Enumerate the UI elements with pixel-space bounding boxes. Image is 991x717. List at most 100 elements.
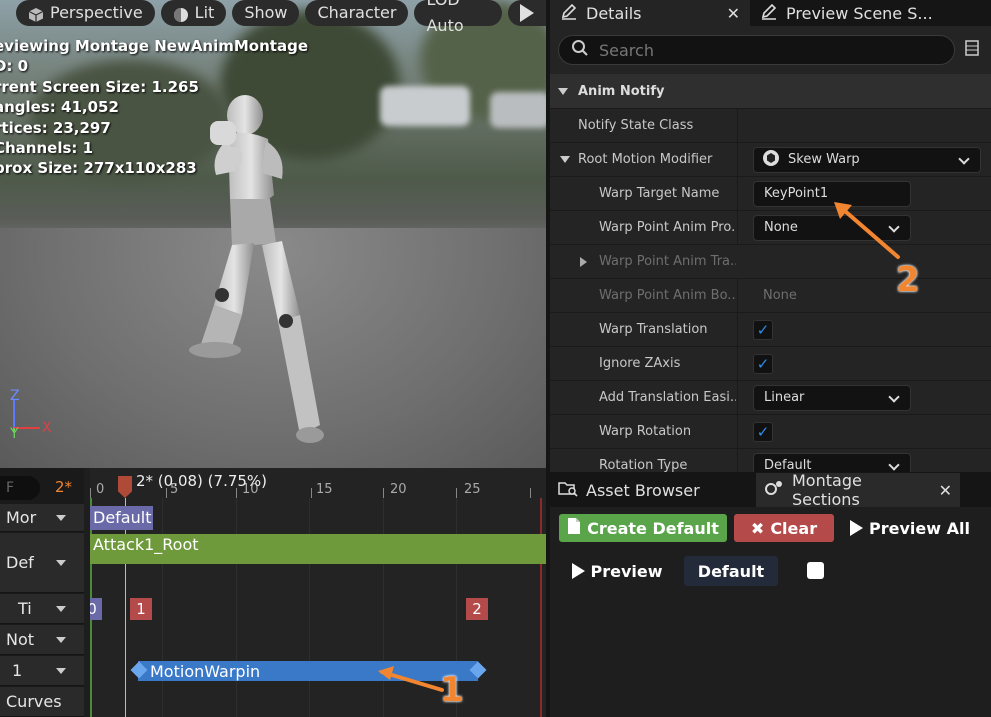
track-label: Def bbox=[6, 553, 34, 572]
perspective-button[interactable]: Perspective bbox=[16, 0, 155, 26]
prop-value: None bbox=[737, 279, 991, 312]
tab-label: Details bbox=[586, 3, 642, 23]
playhead-handle[interactable] bbox=[118, 476, 132, 498]
translation-easing-select[interactable]: Linear bbox=[753, 384, 911, 411]
prop-value: None bbox=[737, 211, 991, 244]
button-label: Clear bbox=[770, 518, 818, 538]
viewport-toolbar: Perspective Lit Show Character LOD Auto bbox=[0, 0, 546, 35]
background-car bbox=[380, 86, 470, 126]
close-icon[interactable]: ✕ bbox=[939, 481, 952, 500]
tab-label: Montage Sections bbox=[792, 471, 862, 509]
expand-arrow-icon[interactable] bbox=[580, 256, 587, 267]
timeline-track-area[interactable]: 0 5 10 15 20 25 2* (0.08) (7.75%) Defaul… bbox=[90, 468, 546, 717]
tick bbox=[311, 488, 312, 498]
tab-asset-browser[interactable]: Asset Browser bbox=[550, 473, 756, 507]
prop-value: ✓ bbox=[737, 415, 991, 448]
montage-tabbar: Asset Browser Montage Sections ✕ bbox=[550, 471, 991, 509]
grid-line bbox=[383, 498, 384, 717]
preview-all-button[interactable]: Preview All bbox=[850, 514, 970, 542]
prop-name-wrap: Warp Point Anim Tra... bbox=[550, 245, 736, 278]
warp-translation-checkbox[interactable]: ✓ bbox=[753, 319, 773, 340]
slot-segment[interactable]: Attack1_Root bbox=[90, 534, 546, 564]
frame-input[interactable]: F bbox=[0, 476, 40, 500]
annotation-number-1: 1 bbox=[440, 670, 464, 710]
section-default[interactable]: Default bbox=[90, 506, 153, 530]
viewport-stats: eviewing Montage NewAnimMontage D: 0 rre… bbox=[0, 36, 308, 179]
montage-editor: { "viewport": { "toolbar": [ {"label": "… bbox=[0, 0, 991, 717]
tick bbox=[530, 488, 531, 498]
details-panel: Details ✕ Preview Scene S... Search Anim… bbox=[550, 0, 991, 472]
tab-label: Preview Scene S... bbox=[786, 3, 933, 23]
pencil-icon bbox=[560, 2, 578, 24]
track-default-slot[interactable]: Def bbox=[0, 533, 84, 593]
tick-label: 15 bbox=[316, 482, 333, 497]
ignore-zaxis-checkbox[interactable]: ✓ bbox=[753, 353, 773, 374]
track-timing[interactable]: Ti bbox=[0, 594, 84, 624]
settings-grid-icon[interactable] bbox=[965, 40, 983, 60]
montage-sections-panel: Asset Browser Montage Sections ✕ Create … bbox=[550, 471, 991, 717]
tick bbox=[456, 488, 457, 498]
warp-rotation-checkbox[interactable]: ✓ bbox=[753, 421, 773, 442]
show-button[interactable]: Show bbox=[232, 0, 300, 26]
dropdown-icon bbox=[56, 636, 66, 643]
clear-button[interactable]: ✖ Clear bbox=[734, 514, 834, 542]
category-anim-notify[interactable]: Anim Notify bbox=[550, 74, 991, 108]
track-montage[interactable]: Mor bbox=[0, 504, 84, 532]
skew-warp-icon bbox=[762, 149, 780, 171]
tick-label: 25 bbox=[464, 482, 481, 497]
play-button[interactable] bbox=[508, 0, 546, 26]
preview-button[interactable]: Preview bbox=[571, 557, 663, 585]
axis-z-label: Z bbox=[10, 388, 20, 404]
prop-name: Warp Rotation bbox=[599, 424, 692, 439]
tab-preview-scene[interactable]: Preview Scene S... bbox=[750, 0, 943, 26]
preview-viewport[interactable]: Perspective Lit Show Character LOD Auto … bbox=[0, 0, 546, 468]
timing-marker-1[interactable]: 1 bbox=[130, 598, 152, 620]
prop-ignore-zaxis: Ignore ZAxis ✓ bbox=[550, 346, 991, 380]
close-icon[interactable]: ✕ bbox=[727, 4, 740, 23]
timing-marker-0[interactable]: 0 bbox=[90, 598, 102, 620]
tab-montage-sections[interactable]: Montage Sections ✕ bbox=[756, 471, 960, 509]
dropdown-icon bbox=[56, 667, 66, 674]
track-curves[interactable]: Curves bbox=[0, 687, 84, 717]
search-icon bbox=[571, 39, 589, 61]
prop-value: ✓ bbox=[737, 313, 991, 346]
chevron-down-icon bbox=[888, 220, 900, 233]
button-label: Create Default bbox=[587, 518, 719, 538]
track-notifies[interactable]: Not bbox=[0, 625, 84, 655]
prop-value-text: None bbox=[763, 288, 797, 303]
prop-name: Warp Point Anim Tra... bbox=[599, 254, 736, 269]
show-label: Show bbox=[244, 3, 288, 22]
track-notify-1[interactable]: 1 bbox=[0, 656, 84, 686]
dropdown-icon bbox=[56, 605, 66, 612]
details-tabbar: Details ✕ Preview Scene S... bbox=[550, 0, 991, 26]
warp-target-name-input[interactable]: KeyPoint1 bbox=[753, 180, 911, 207]
dropdown-icon bbox=[56, 514, 66, 521]
track-label: Not bbox=[6, 630, 35, 649]
create-default-button[interactable]: Create Default bbox=[559, 514, 727, 542]
rotation-type-select[interactable]: Default bbox=[753, 452, 911, 472]
x-icon: ✖ bbox=[750, 518, 765, 538]
section-default-chip[interactable]: Default bbox=[684, 556, 778, 586]
search-input[interactable]: Search bbox=[558, 35, 955, 65]
lod-button[interactable]: LOD Auto bbox=[414, 0, 502, 35]
tab-details[interactable]: Details ✕ bbox=[550, 0, 750, 26]
track-label: Ti bbox=[18, 599, 32, 618]
stat-line: Channels: 1 bbox=[0, 139, 94, 158]
warp-point-provider-select[interactable]: None bbox=[753, 214, 911, 241]
timing-marker-2[interactable]: 2 bbox=[466, 598, 488, 620]
prop-warp-point-anim-provider: Warp Point Anim Pro... None bbox=[550, 210, 991, 244]
grid-line bbox=[309, 498, 310, 717]
prop-value: ✓ bbox=[737, 347, 991, 380]
chevron-down-icon bbox=[888, 458, 900, 471]
section-checkbox[interactable] bbox=[807, 562, 824, 579]
root-motion-modifier-select[interactable]: Skew Warp bbox=[753, 146, 981, 173]
character-button[interactable]: Character bbox=[305, 0, 409, 26]
button-label: Preview All bbox=[869, 518, 970, 538]
play-icon bbox=[571, 563, 585, 579]
prop-value bbox=[737, 109, 991, 142]
collapse-arrow-icon bbox=[558, 87, 568, 95]
axis-gizmo: Z Y X bbox=[6, 388, 66, 448]
collapse-arrow-icon[interactable] bbox=[560, 156, 570, 163]
lit-button[interactable]: Lit bbox=[160, 0, 227, 26]
tick bbox=[90, 488, 91, 498]
